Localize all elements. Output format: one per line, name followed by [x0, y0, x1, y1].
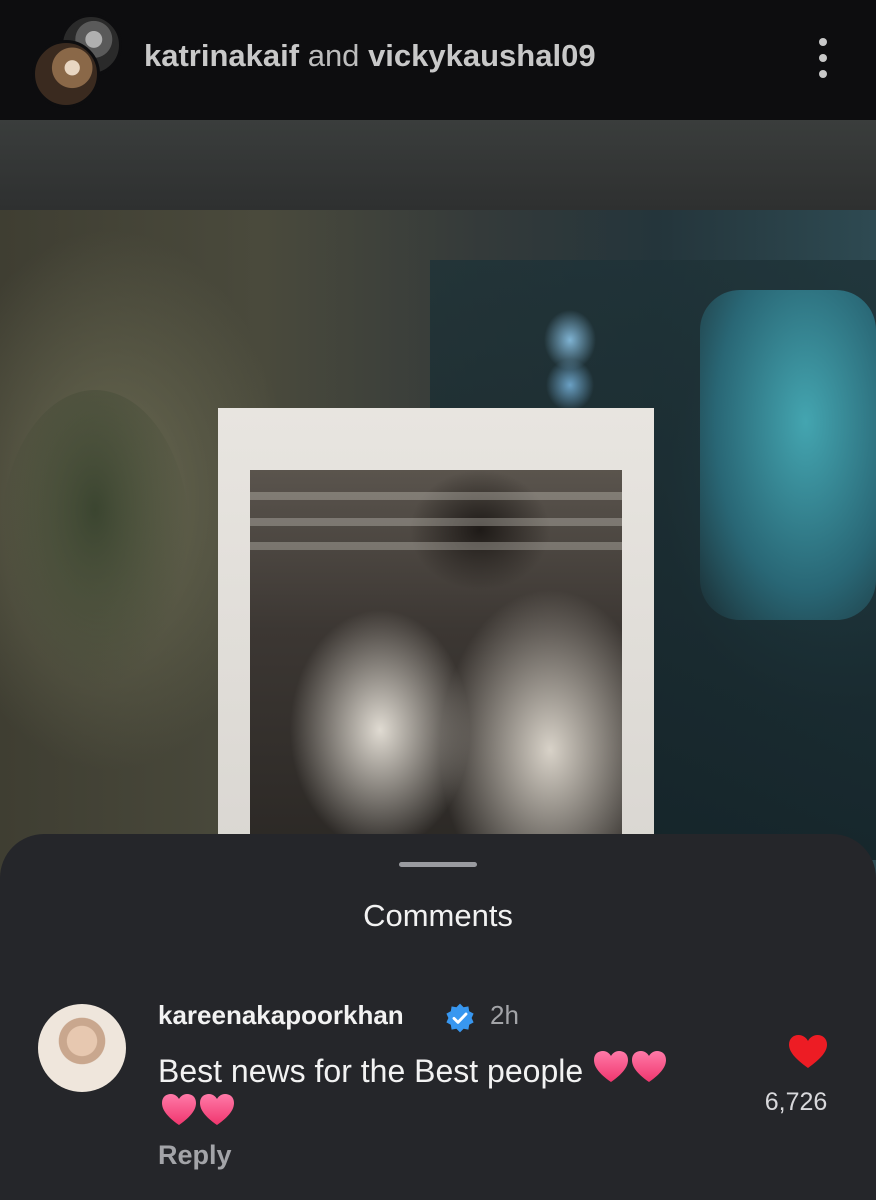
heart-emoji-icon — [162, 1094, 234, 1125]
reply-button[interactable]: Reply — [158, 1140, 232, 1171]
ceiling-stripe — [250, 518, 622, 526]
polaroid-picture — [250, 470, 622, 870]
post-header: katrinakaif and vickykaushal09 — [0, 0, 876, 120]
sheet-drag-handle[interactable] — [399, 862, 477, 867]
comment-body: Best news for the Best people — [158, 1048, 738, 1134]
heart-emoji-icon — [594, 1051, 667, 1082]
more-dot — [819, 70, 827, 78]
sheet-title: Comments — [363, 898, 513, 933]
photo-ceiling — [0, 120, 876, 210]
ceiling-stripe — [250, 492, 622, 500]
avatar-katrinakaif[interactable] — [32, 40, 100, 108]
comments-sheet: Comments kareenakapoorkhan 2h Best news … — [0, 834, 876, 1200]
author-joiner: and — [307, 38, 360, 73]
photo-plant — [0, 390, 190, 690]
author-link-1[interactable]: katrinakaif — [144, 38, 299, 73]
verified-badge-icon — [446, 1003, 474, 1033]
ceiling-stripe — [250, 542, 622, 550]
comment-text: Best news for the Best people — [158, 1053, 584, 1089]
author-link-2[interactable]: vickykaushal09 — [368, 38, 596, 73]
polaroid-frame — [218, 408, 654, 880]
more-dot — [819, 38, 827, 46]
photo-figurine — [540, 310, 600, 410]
post-photo[interactable] — [0, 120, 876, 880]
commenter-username[interactable]: kareenakapoorkhan — [158, 1000, 404, 1031]
more-options-icon[interactable] — [806, 34, 840, 82]
post-authors: katrinakaif and vickykaushal09 — [144, 38, 596, 74]
more-dot — [819, 54, 827, 62]
heart-like-icon[interactable] — [788, 1034, 828, 1070]
commenter-avatar[interactable] — [38, 1004, 126, 1092]
collab-avatars[interactable] — [32, 14, 124, 108]
like-count: 6,726 — [764, 1088, 828, 1116]
photo-teal-blur — [700, 290, 876, 620]
comment-timestamp: 2h — [490, 1000, 519, 1030]
